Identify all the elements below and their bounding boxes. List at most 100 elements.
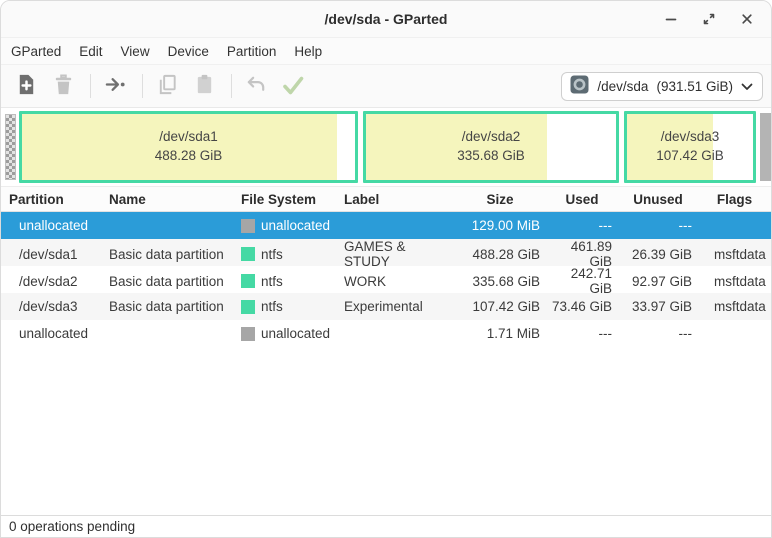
- paste-button[interactable]: [187, 70, 221, 102]
- copy-icon: [156, 73, 179, 99]
- table-header: Partition Name File System Label Size Us…: [1, 186, 771, 212]
- segment-sda2[interactable]: /dev/sda2 335.68 GiB: [363, 111, 619, 183]
- device-size: (931.51 GiB): [656, 79, 733, 94]
- filesystem-swatch: [241, 219, 255, 233]
- cell-used: 461.89 GiB: [546, 239, 618, 269]
- cell-used: ---: [546, 326, 618, 341]
- disk-drive-icon: [570, 75, 589, 97]
- toolbar-separator: [142, 74, 143, 98]
- trash-icon: [52, 73, 75, 99]
- resize-move-icon: [104, 73, 127, 99]
- cell-name: Basic data partition: [101, 247, 233, 262]
- cell-name: Basic data partition: [101, 299, 233, 314]
- cell-name: Basic data partition: [101, 274, 233, 289]
- segment-size: 335.68 GiB: [457, 147, 525, 166]
- window-controls: [659, 7, 771, 31]
- toolbar-separator: [231, 74, 232, 98]
- menu-help[interactable]: Help: [285, 41, 331, 62]
- undo-icon: [245, 73, 268, 99]
- cell-partition: unallocated: [1, 218, 101, 233]
- cell-label: GAMES & STUDY: [336, 239, 454, 269]
- cell-flags: msftdata: [698, 299, 771, 314]
- header-file-system[interactable]: File System: [233, 192, 336, 207]
- cell-size: 107.42 GiB: [454, 299, 546, 314]
- segment-name: /dev/sda3: [656, 128, 724, 147]
- cell-file-system: ntfs: [233, 247, 336, 262]
- cell-file-system: unallocated: [233, 326, 336, 341]
- cell-label: Experimental: [336, 299, 454, 314]
- header-flags[interactable]: Flags: [698, 192, 771, 207]
- status-bar: 0 operations pending: [1, 515, 771, 537]
- header-name[interactable]: Name: [101, 192, 233, 207]
- table-empty-area: [1, 347, 771, 515]
- cell-unused: 26.39 GiB: [618, 247, 698, 262]
- cell-flags: msftdata: [698, 274, 771, 289]
- unallocated-end-segment[interactable]: [760, 113, 771, 181]
- copy-button[interactable]: [150, 70, 184, 102]
- cell-unused: ---: [618, 218, 698, 233]
- device-selector[interactable]: /dev/sda (931.51 GiB): [561, 72, 763, 101]
- segment-size: 488.28 GiB: [155, 147, 223, 166]
- gparted-window: /dev/sda - GParted: [0, 0, 772, 538]
- close-icon: [739, 11, 755, 27]
- cell-partition: /dev/sda2: [1, 274, 101, 289]
- menu-partition[interactable]: Partition: [218, 41, 286, 62]
- maximize-icon: [701, 11, 717, 27]
- segment-sda3[interactable]: /dev/sda3 107.42 GiB: [624, 111, 756, 183]
- header-partition[interactable]: Partition: [1, 192, 101, 207]
- cell-file-system: ntfs: [233, 274, 336, 289]
- segment-sda1[interactable]: /dev/sda1 488.28 GiB: [19, 111, 358, 183]
- delete-partition-button[interactable]: [46, 70, 80, 102]
- cell-partition: /dev/sda3: [1, 299, 101, 314]
- header-label[interactable]: Label: [336, 192, 454, 207]
- segment-name: /dev/sda1: [155, 128, 223, 147]
- menu-bar: GParted Edit View Device Partition Help: [1, 38, 771, 65]
- cell-used: 73.46 GiB: [546, 299, 618, 314]
- device-path: /dev/sda: [597, 79, 648, 94]
- segment-name: /dev/sda2: [457, 128, 525, 147]
- filesystem-swatch: [241, 247, 255, 261]
- cell-used: ---: [546, 218, 618, 233]
- close-button[interactable]: [735, 7, 759, 31]
- cell-size: 1.71 MiB: [454, 326, 546, 341]
- resize-move-button[interactable]: [98, 70, 132, 102]
- undo-button[interactable]: [239, 70, 273, 102]
- apply-button[interactable]: [276, 70, 310, 102]
- minimize-button[interactable]: [659, 7, 683, 31]
- menu-edit[interactable]: Edit: [70, 41, 111, 62]
- menu-device[interactable]: Device: [159, 41, 218, 62]
- cell-used: 242.71 GiB: [546, 266, 618, 296]
- segment-size: 107.42 GiB: [656, 147, 724, 166]
- cell-unused: 33.97 GiB: [618, 299, 698, 314]
- cell-file-system: ntfs: [233, 299, 336, 314]
- cell-partition: unallocated: [1, 326, 101, 341]
- header-used[interactable]: Used: [546, 192, 618, 207]
- partition-segments: /dev/sda1 488.28 GiB /dev/sda2 335.68 Gi…: [16, 111, 760, 183]
- new-partition-icon: [15, 73, 38, 99]
- table-row-sda1[interactable]: /dev/sda1 Basic data partition ntfs GAME…: [1, 239, 771, 266]
- cell-size: 129.00 MiB: [454, 218, 546, 233]
- menu-gparted[interactable]: GParted: [2, 41, 70, 62]
- cell-partition: /dev/sda1: [1, 247, 101, 262]
- header-size[interactable]: Size: [454, 192, 546, 207]
- cell-size: 488.28 GiB: [454, 247, 546, 262]
- operations-pending-text: 0 operations pending: [9, 519, 135, 534]
- titlebar: /dev/sda - GParted: [1, 1, 771, 38]
- cell-unused: 92.97 GiB: [618, 274, 698, 289]
- new-partition-button[interactable]: [9, 70, 43, 102]
- window-title: /dev/sda - GParted: [1, 11, 771, 27]
- maximize-button[interactable]: [697, 7, 721, 31]
- unallocated-start-segment[interactable]: [5, 114, 16, 180]
- filesystem-swatch: [241, 300, 255, 314]
- paste-icon: [193, 73, 216, 99]
- minimize-icon: [663, 11, 679, 27]
- toolbar: /dev/sda (931.51 GiB): [1, 65, 771, 108]
- header-unused[interactable]: Unused: [618, 192, 698, 207]
- table-row-sda3[interactable]: /dev/sda3 Basic data partition ntfs Expe…: [1, 293, 771, 320]
- table-row-sda2[interactable]: /dev/sda2 Basic data partition ntfs WORK…: [1, 266, 771, 293]
- table-row-unallocated-1[interactable]: unallocated unallocated 129.00 MiB --- -…: [1, 212, 771, 239]
- filesystem-swatch: [241, 274, 255, 288]
- menu-view[interactable]: View: [112, 41, 159, 62]
- cell-size: 335.68 GiB: [454, 274, 546, 289]
- table-row-unallocated-2[interactable]: unallocated unallocated 1.71 MiB --- ---: [1, 320, 771, 347]
